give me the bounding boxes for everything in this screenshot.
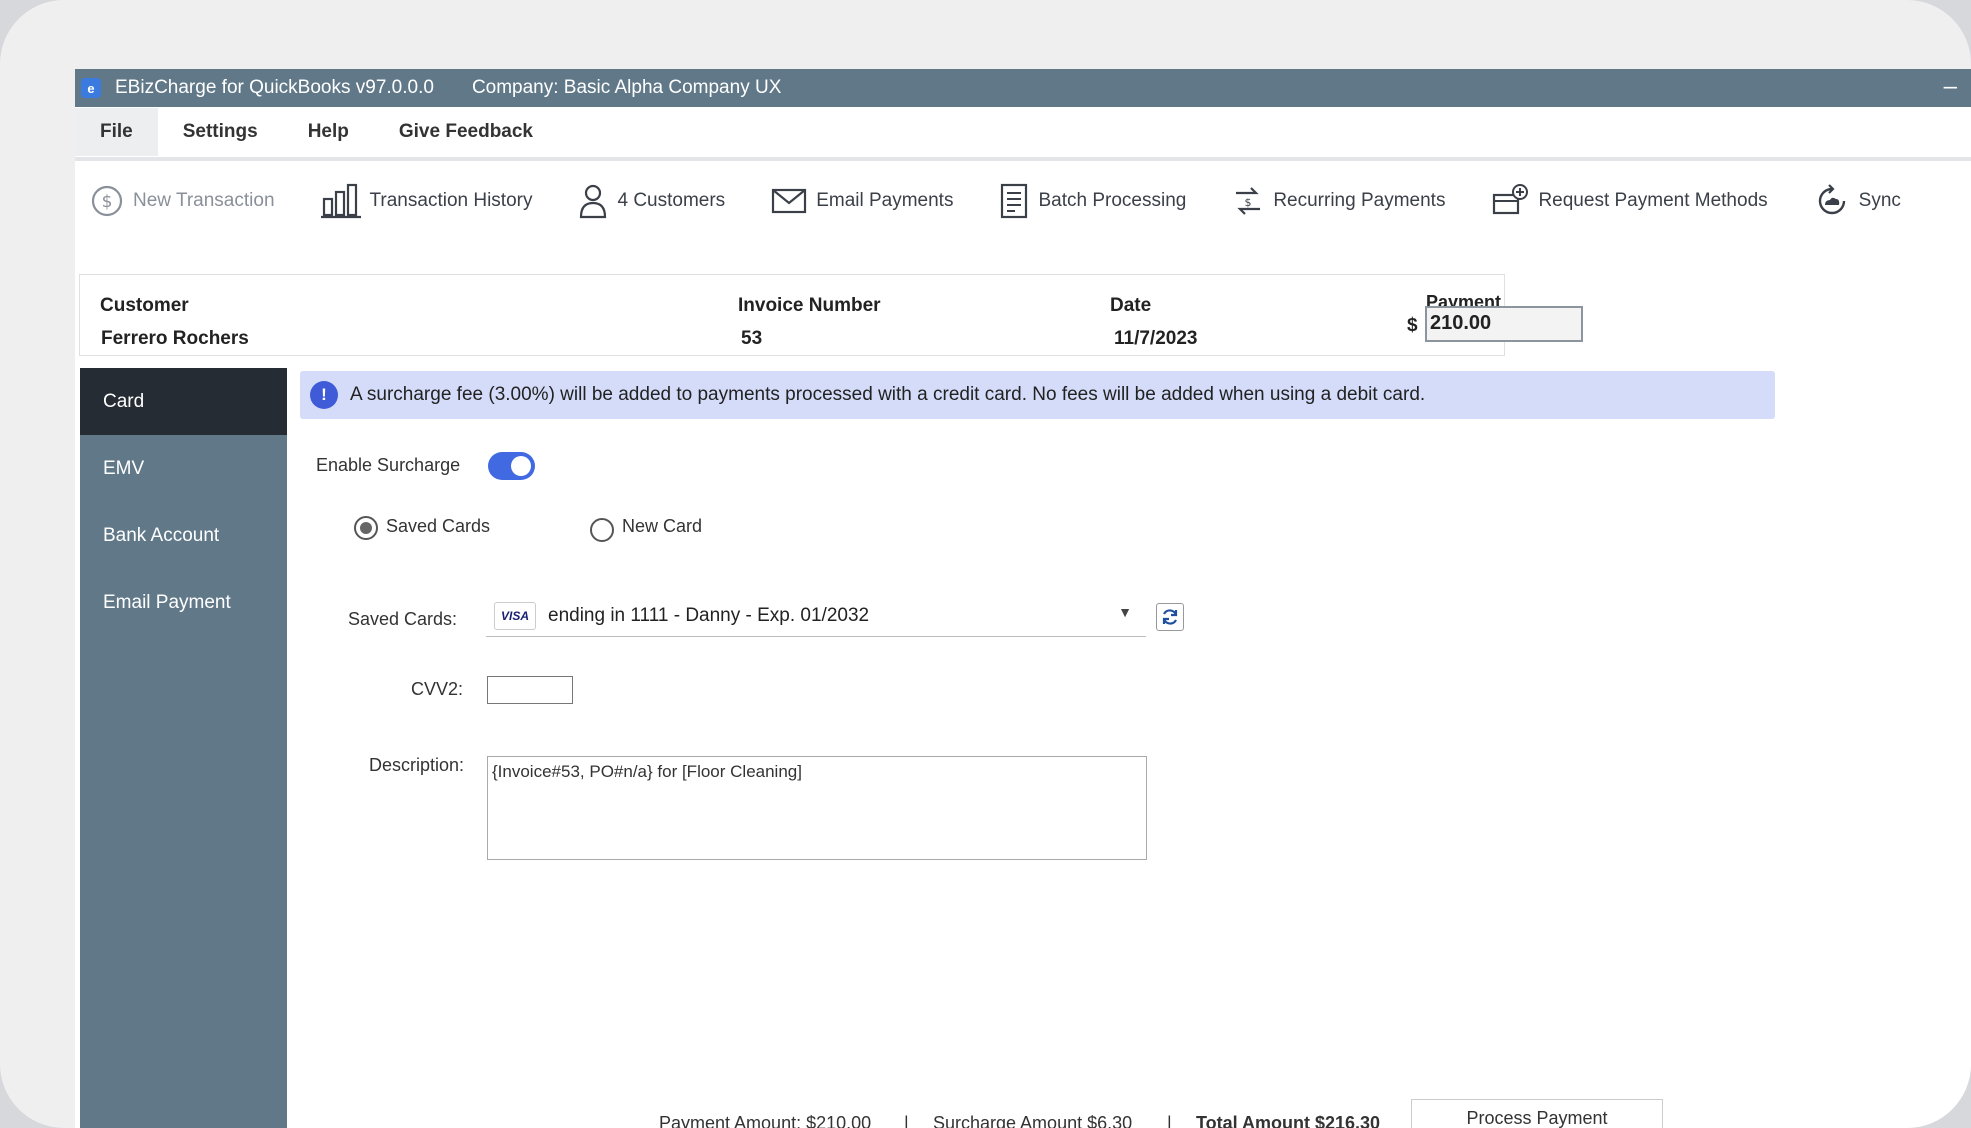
request-payment-methods-label: Request Payment Methods: [1538, 190, 1768, 211]
app-window: e EBizCharge for QuickBooks v97.0.0.0 Co…: [75, 69, 1971, 1128]
visa-icon: VISA: [494, 602, 536, 630]
dollar-circle-icon: $: [91, 185, 123, 217]
document-list-icon: [1001, 183, 1028, 219]
footer-separator: |: [1167, 1113, 1172, 1128]
new-transaction-button[interactable]: $ New Transaction: [90, 184, 275, 218]
screenshot-frame: e EBizCharge for QuickBooks v97.0.0.0 Co…: [0, 0, 1971, 1128]
saved-cards-label: Saved Cards:: [348, 609, 458, 629]
app-title: EBizCharge for QuickBooks v97.0.0.0: [115, 77, 434, 98]
date-value: 11/7/2023: [1114, 328, 1198, 349]
date-label: Date: [1110, 295, 1152, 316]
sidebar-item-bank-account[interactable]: Bank Account: [80, 502, 287, 569]
sidebar-item-emv[interactable]: EMV: [80, 435, 287, 502]
enable-surcharge-toggle[interactable]: [488, 452, 535, 480]
new-card-radio[interactable]: [590, 518, 614, 542]
batch-processing-button[interactable]: Batch Processing: [999, 183, 1186, 219]
menu-bar: File Settings Help Give Feedback: [75, 107, 1971, 161]
sync-cloud-icon: [1818, 184, 1845, 215]
envelope-icon: [772, 188, 807, 214]
invoice-number-value: 53: [741, 328, 763, 349]
footer-payment-amount: Payment Amount: $210.00: [659, 1113, 872, 1128]
email-payments-button[interactable]: Email Payments: [771, 187, 953, 215]
customer-label: Customer: [100, 295, 189, 316]
menu-settings[interactable]: Settings: [158, 108, 283, 156]
sync-label: Sync: [1858, 190, 1901, 211]
title-bar: e EBizCharge for QuickBooks v97.0.0.0 Co…: [75, 69, 1971, 107]
description-label: Description:: [369, 755, 465, 775]
footer-surcharge-amount: Surcharge Amount $6.30: [933, 1113, 1133, 1128]
new-card-radio-label: New Card: [622, 516, 703, 536]
sidebar-item-card[interactable]: Card: [80, 368, 287, 435]
request-payment-methods-button[interactable]: Request Payment Methods: [1491, 183, 1768, 219]
transaction-history-label: Transaction History: [369, 190, 533, 211]
app-logo-icon: e: [81, 78, 101, 98]
svg-text:$: $: [102, 192, 113, 212]
cvv-label: CVV2:: [411, 679, 464, 699]
cvv-input[interactable]: [487, 676, 573, 704]
sync-button[interactable]: Sync: [1814, 183, 1901, 219]
recurring-payments-button[interactable]: $ Recurring Payments: [1232, 183, 1445, 219]
enable-surcharge-label: Enable Surcharge: [316, 455, 461, 475]
customers-button[interactable]: 4 Customers: [578, 183, 725, 219]
customer-value: Ferrero Rochers: [101, 328, 249, 349]
svg-text:$: $: [1245, 196, 1252, 209]
batch-processing-label: Batch Processing: [1038, 190, 1187, 211]
company-name: Company: Basic Alpha Company UX: [471, 77, 782, 98]
refresh-cards-button[interactable]: [1156, 603, 1184, 631]
minimize-button[interactable]: –: [1944, 73, 1957, 101]
process-payment-button[interactable]: Process Payment: [1411, 1099, 1663, 1128]
transaction-history-button[interactable]: Transaction History: [320, 183, 533, 219]
chevron-down-icon: ▼: [1118, 604, 1132, 620]
saved-cards-radio[interactable]: [354, 516, 378, 540]
recurring-dollar-icon: $: [1236, 187, 1261, 215]
toolbar: $ New Transaction Transaction History 4 …: [75, 161, 1971, 241]
menu-file[interactable]: File: [75, 108, 158, 156]
email-payments-label: Email Payments: [816, 190, 954, 211]
customers-label: 4 Customers: [617, 190, 726, 211]
footer-separator: |: [904, 1113, 909, 1128]
saved-cards-dropdown[interactable]: VISA ending in 1111 - Danny - Exp. 01/20…: [486, 596, 1146, 637]
recurring-payments-label: Recurring Payments: [1273, 190, 1446, 211]
currency-symbol: $: [1407, 315, 1418, 336]
sidebar-item-email-payment[interactable]: Email Payment: [80, 569, 287, 636]
toggle-knob: [511, 456, 531, 476]
menu-give-feedback[interactable]: Give Feedback: [374, 108, 558, 156]
footer-total-amount: Total Amount $216.30: [1196, 1113, 1381, 1128]
description-textarea[interactable]: {Invoice#53, PO#n/a} for [Floor Cleaning…: [487, 756, 1147, 860]
surcharge-alert: ! A surcharge fee (3.00%) will be added …: [300, 371, 1775, 419]
person-icon: [580, 184, 607, 219]
payment-method-sidebar: Card EMV Bank Account Email Payment: [80, 368, 287, 1128]
refresh-icon: [1162, 609, 1178, 625]
surcharge-alert-text: A surcharge fee (3.00%) will be added to…: [350, 384, 1426, 405]
invoice-header: Customer Ferrero Rochers Invoice Number …: [79, 274, 1583, 356]
payment-amount-input[interactable]: 210.00: [1425, 306, 1583, 342]
invoice-number-label: Invoice Number: [738, 295, 881, 316]
info-icon: !: [310, 381, 338, 409]
bar-chart-icon: [320, 183, 361, 219]
saved-card-value: ending in 1111 - Danny - Exp. 01/2032: [548, 605, 870, 626]
request-card-icon: [1493, 184, 1529, 215]
new-transaction-label: New Transaction: [133, 190, 275, 211]
menu-help[interactable]: Help: [283, 108, 374, 156]
saved-cards-radio-label: Saved Cards: [386, 516, 491, 536]
